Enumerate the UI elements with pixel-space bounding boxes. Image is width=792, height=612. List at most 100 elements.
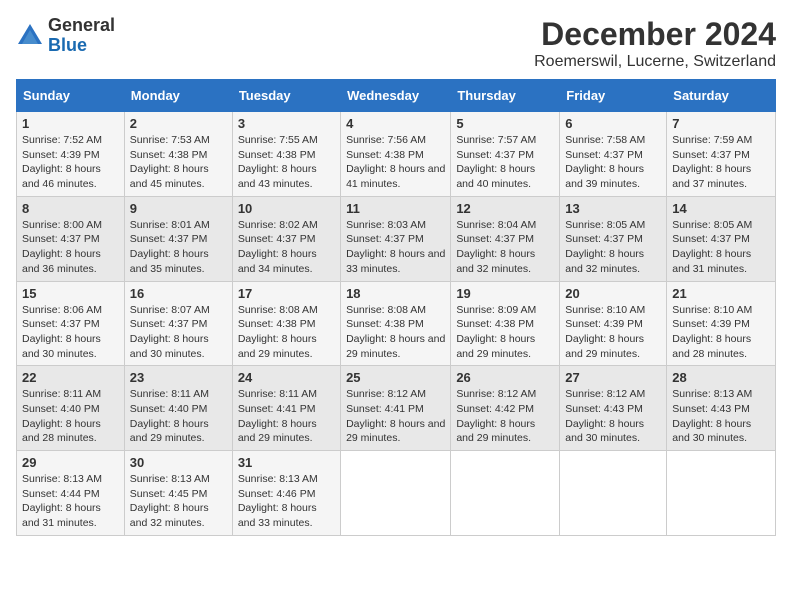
day-info: Sunrise: 8:08 AMSunset: 4:38 PMDaylight:… bbox=[238, 303, 335, 362]
day-number: 24 bbox=[238, 370, 335, 385]
calendar-cell: 6 Sunrise: 7:58 AMSunset: 4:37 PMDaylight… bbox=[560, 112, 667, 197]
day-info: Sunrise: 8:12 AMSunset: 4:43 PMDaylight:… bbox=[565, 387, 661, 446]
day-info: Sunrise: 8:11 AMSunset: 4:40 PMDaylight:… bbox=[130, 387, 227, 446]
day-info: Sunrise: 7:55 AMSunset: 4:38 PMDaylight:… bbox=[238, 133, 335, 192]
day-info: Sunrise: 8:00 AMSunset: 4:37 PMDaylight:… bbox=[22, 218, 119, 277]
column-header-monday: Monday bbox=[124, 80, 232, 112]
day-number: 1 bbox=[22, 116, 119, 131]
calendar-table: SundayMondayTuesdayWednesdayThursdayFrid… bbox=[16, 79, 776, 536]
day-number: 6 bbox=[565, 116, 661, 131]
day-number: 11 bbox=[346, 201, 445, 216]
logo-icon bbox=[16, 22, 44, 50]
day-info: Sunrise: 8:13 AMSunset: 4:45 PMDaylight:… bbox=[130, 472, 227, 531]
calendar-cell: 23Sunrise: 8:11 AMSunset: 4:40 PMDayligh… bbox=[124, 366, 232, 451]
calendar-cell: 11Sunrise: 8:03 AMSunset: 4:37 PMDayligh… bbox=[341, 196, 451, 281]
day-number: 31 bbox=[238, 455, 335, 470]
day-number: 30 bbox=[130, 455, 227, 470]
calendar-cell bbox=[451, 451, 560, 536]
day-number: 19 bbox=[456, 286, 554, 301]
calendar-cell: 24 Sunrise: 8:11 AMSunset: 4:41 PMDayligh… bbox=[232, 366, 340, 451]
calendar-cell: 28 Sunrise: 8:13 AMSunset: 4:43 PMDayligh… bbox=[667, 366, 776, 451]
calendar-cell: 14Sunrise: 8:05 AMSunset: 4:37 PMDayligh… bbox=[667, 196, 776, 281]
day-number: 15 bbox=[22, 286, 119, 301]
calendar-cell bbox=[560, 451, 667, 536]
column-header-sunday: Sunday bbox=[17, 80, 125, 112]
day-number: 13 bbox=[565, 201, 661, 216]
day-number: 12 bbox=[456, 201, 554, 216]
day-info: Sunrise: 8:04 AMSunset: 4:37 PMDaylight:… bbox=[456, 218, 554, 277]
calendar-cell: 15 Sunrise: 8:06 AMSunset: 4:37 PMDayligh… bbox=[17, 281, 125, 366]
day-info: Sunrise: 7:59 AMSunset: 4:37 PMDaylight:… bbox=[672, 133, 770, 192]
day-number: 4 bbox=[346, 116, 445, 131]
calendar-cell: 21 Sunrise: 8:10 AMSunset: 4:39 PMDayligh… bbox=[667, 281, 776, 366]
calendar-cell: 5 Sunrise: 7:57 AMSunset: 4:37 PMDaylight… bbox=[451, 112, 560, 197]
calendar-cell: 10Sunrise: 8:02 AMSunset: 4:37 PMDayligh… bbox=[232, 196, 340, 281]
day-number: 10 bbox=[238, 201, 335, 216]
day-info: Sunrise: 8:10 AMSunset: 4:39 PMDaylight:… bbox=[672, 303, 770, 362]
calendar-cell: 30 Sunrise: 8:13 AMSunset: 4:45 PMDayligh… bbox=[124, 451, 232, 536]
calendar-cell: 9Sunrise: 8:01 AMSunset: 4:37 PMDaylight… bbox=[124, 196, 232, 281]
day-info: Sunrise: 8:11 AMSunset: 4:41 PMDaylight:… bbox=[238, 387, 335, 446]
location-subtitle: Roemerswil, Lucerne, Switzerland bbox=[534, 53, 776, 71]
calendar-cell: 31 Sunrise: 8:13 AMSunset: 4:46 PMDayligh… bbox=[232, 451, 340, 536]
calendar-week-row: 15 Sunrise: 8:06 AMSunset: 4:37 PMDayligh… bbox=[17, 281, 776, 366]
column-header-saturday: Saturday bbox=[667, 80, 776, 112]
day-info: Sunrise: 8:11 AMSunset: 4:40 PMDaylight:… bbox=[22, 387, 119, 446]
logo-general-text: General bbox=[48, 16, 115, 36]
day-number: 8 bbox=[22, 201, 119, 216]
day-number: 26 bbox=[456, 370, 554, 385]
day-info: Sunrise: 7:56 AMSunset: 4:38 PMDaylight:… bbox=[346, 133, 445, 192]
calendar-cell: 19 Sunrise: 8:09 AMSunset: 4:38 PMDayligh… bbox=[451, 281, 560, 366]
day-number: 17 bbox=[238, 286, 335, 301]
day-number: 18 bbox=[346, 286, 445, 301]
day-number: 22 bbox=[22, 370, 119, 385]
column-header-tuesday: Tuesday bbox=[232, 80, 340, 112]
calendar-cell: 16 Sunrise: 8:07 AMSunset: 4:37 PMDayligh… bbox=[124, 281, 232, 366]
day-number: 27 bbox=[565, 370, 661, 385]
day-number: 16 bbox=[130, 286, 227, 301]
day-info: Sunrise: 8:08 AMSunset: 4:38 PMDaylight:… bbox=[346, 303, 445, 362]
day-info: Sunrise: 8:01 AMSunset: 4:37 PMDaylight:… bbox=[130, 218, 227, 277]
day-number: 5 bbox=[456, 116, 554, 131]
calendar-cell bbox=[667, 451, 776, 536]
calendar-cell: 4 Sunrise: 7:56 AMSunset: 4:38 PMDaylight… bbox=[341, 112, 451, 197]
day-number: 20 bbox=[565, 286, 661, 301]
day-info: Sunrise: 8:13 AMSunset: 4:44 PMDaylight:… bbox=[22, 472, 119, 531]
day-number: 2 bbox=[130, 116, 227, 131]
day-info: Sunrise: 8:06 AMSunset: 4:37 PMDaylight:… bbox=[22, 303, 119, 362]
calendar-week-row: 8 Sunrise: 8:00 AMSunset: 4:37 PMDaylight… bbox=[17, 196, 776, 281]
day-info: Sunrise: 8:05 AMSunset: 4:37 PMDaylight:… bbox=[565, 218, 661, 277]
logo: General Blue bbox=[16, 16, 115, 56]
calendar-header-row: SundayMondayTuesdayWednesdayThursdayFrid… bbox=[17, 80, 776, 112]
column-header-friday: Friday bbox=[560, 80, 667, 112]
calendar-cell: 22 Sunrise: 8:11 AMSunset: 4:40 PMDayligh… bbox=[17, 366, 125, 451]
day-number: 28 bbox=[672, 370, 770, 385]
column-header-thursday: Thursday bbox=[451, 80, 560, 112]
day-number: 14 bbox=[672, 201, 770, 216]
day-number: 21 bbox=[672, 286, 770, 301]
day-info: Sunrise: 7:58 AMSunset: 4:37 PMDaylight:… bbox=[565, 133, 661, 192]
day-number: 3 bbox=[238, 116, 335, 131]
column-header-wednesday: Wednesday bbox=[341, 80, 451, 112]
page-header: General Blue December 2024 Roemerswil, L… bbox=[16, 16, 776, 71]
calendar-cell: 3 Sunrise: 7:55 AMSunset: 4:38 PMDaylight… bbox=[232, 112, 340, 197]
day-info: Sunrise: 7:57 AMSunset: 4:37 PMDaylight:… bbox=[456, 133, 554, 192]
month-title: December 2024 bbox=[534, 16, 776, 53]
calendar-week-row: 22 Sunrise: 8:11 AMSunset: 4:40 PMDayligh… bbox=[17, 366, 776, 451]
calendar-cell: 13 Sunrise: 8:05 AMSunset: 4:37 PMDayligh… bbox=[560, 196, 667, 281]
calendar-cell: 1 Sunrise: 7:52 AMSunset: 4:39 PMDaylight… bbox=[17, 112, 125, 197]
day-info: Sunrise: 8:07 AMSunset: 4:37 PMDaylight:… bbox=[130, 303, 227, 362]
calendar-cell: 20 Sunrise: 8:10 AMSunset: 4:39 PMDayligh… bbox=[560, 281, 667, 366]
calendar-cell bbox=[341, 451, 451, 536]
day-info: Sunrise: 8:13 AMSunset: 4:43 PMDaylight:… bbox=[672, 387, 770, 446]
day-info: Sunrise: 8:13 AMSunset: 4:46 PMDaylight:… bbox=[238, 472, 335, 531]
day-info: Sunrise: 8:12 AMSunset: 4:41 PMDaylight:… bbox=[346, 387, 445, 446]
calendar-cell: 2 Sunrise: 7:53 AMSunset: 4:38 PMDaylight… bbox=[124, 112, 232, 197]
day-info: Sunrise: 7:52 AMSunset: 4:39 PMDaylight:… bbox=[22, 133, 119, 192]
day-info: Sunrise: 8:09 AMSunset: 4:38 PMDaylight:… bbox=[456, 303, 554, 362]
day-info: Sunrise: 7:53 AMSunset: 4:38 PMDaylight:… bbox=[130, 133, 227, 192]
day-number: 7 bbox=[672, 116, 770, 131]
calendar-week-row: 29Sunrise: 8:13 AMSunset: 4:44 PMDayligh… bbox=[17, 451, 776, 536]
calendar-cell: 25Sunrise: 8:12 AMSunset: 4:41 PMDayligh… bbox=[341, 366, 451, 451]
day-info: Sunrise: 8:10 AMSunset: 4:39 PMDaylight:… bbox=[565, 303, 661, 362]
